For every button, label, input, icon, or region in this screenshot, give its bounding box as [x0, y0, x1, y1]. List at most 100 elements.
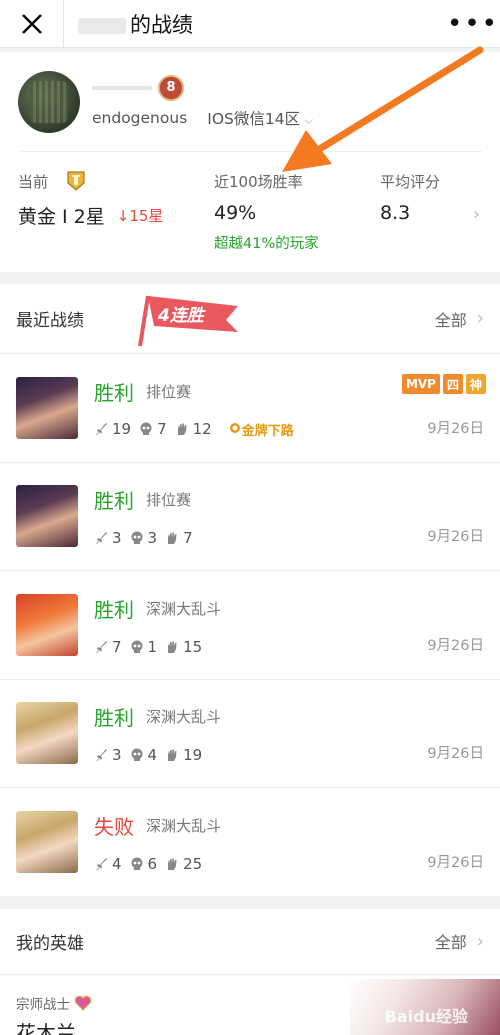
- heroes-all-label: 全部: [434, 933, 467, 952]
- hero-portrait: [16, 810, 78, 873]
- stat-score: 平均评分 8.3: [380, 170, 482, 272]
- match-result: 胜利: [94, 489, 134, 514]
- match-kda: 3 4 19: [94, 746, 484, 764]
- close-button[interactable]: [0, 0, 64, 48]
- assists: 19: [183, 746, 203, 765]
- hand-icon: [177, 423, 187, 436]
- kills: 7: [112, 637, 122, 656]
- sword-icon: [96, 423, 107, 436]
- match-row[interactable]: 胜利 深渊大乱斗 7 1 15 9月26日: [0, 571, 500, 680]
- top-bar: 的战绩 •••: [0, 0, 500, 48]
- hand-icon: [168, 749, 177, 762]
- beat-percent: 超越41%的玩家: [214, 236, 319, 252]
- hero-portrait: [16, 593, 78, 656]
- sword-icon: [96, 532, 107, 545]
- match-kda: 4 6 25: [94, 855, 484, 873]
- gold-rank-icon: [67, 171, 85, 191]
- skull-icon: [140, 422, 152, 436]
- profile-info: 8 endogenous IOS微信14区 ⌵: [92, 74, 482, 129]
- chevron-right-icon[interactable]: ›: [473, 204, 480, 225]
- chevron-down-icon: ⌵: [304, 112, 314, 127]
- match-badges: MVP 四神: [401, 374, 486, 394]
- profile-header: 8 endogenous IOS微信14区 ⌵: [18, 52, 482, 152]
- recent-matches-header: 最近战绩 4连胜 全部 ›: [0, 284, 500, 354]
- stat-winrate: 近100场胜率 49% 超越41%的玩家: [214, 170, 380, 272]
- match-result: 失败: [94, 814, 134, 839]
- deaths: 4: [147, 746, 158, 765]
- sword-icon: [96, 857, 107, 870]
- blurred-nickname: [92, 85, 152, 90]
- match-body: 胜利 排位赛 3 3 7: [94, 485, 484, 547]
- hero-card[interactable]: 宗师战士 花木兰 Baidu经验: [0, 975, 500, 1035]
- blurred-player-name: [78, 17, 126, 34]
- match-row[interactable]: 胜利 排位赛 3 3 7 9月26日: [0, 463, 500, 571]
- match-badge: MVP: [401, 374, 440, 394]
- profile-card: 8 endogenous IOS微信14区⌵ 当前 黄金 I 2星 ↓15星: [0, 52, 500, 272]
- kills: 3: [112, 746, 122, 765]
- my-heroes-section: 我的英雄 全部 › 宗师战士 花木兰 Baidu经验: [0, 908, 500, 1035]
- match-result: 胜利: [94, 706, 134, 731]
- stat-current-rank: 当前 黄金 I 2星 ↓15星: [18, 170, 214, 272]
- close-icon: [21, 13, 42, 34]
- match-badge: 四: [442, 374, 463, 394]
- skull-icon: [131, 857, 143, 870]
- gold-medal: 金牌下路: [228, 420, 294, 439]
- match-row[interactable]: 失败 深渊大乱斗 4 6 25 9月26日: [0, 788, 500, 897]
- sword-icon: [96, 640, 107, 653]
- win-streak-flag-icon: 4连胜: [138, 295, 238, 347]
- recent-all-link[interactable]: 全部 ›: [435, 307, 484, 331]
- match-row[interactable]: 胜利 深渊大乱斗 3 4 19 9月26日: [0, 680, 500, 788]
- match-result: 胜利: [94, 597, 134, 622]
- match-mode: 排位赛: [146, 491, 192, 510]
- profile-nickname: endogenous: [92, 108, 188, 127]
- match-result: 胜利: [94, 380, 134, 405]
- more-button[interactable]: •••: [446, 0, 500, 48]
- rank-value: 黄金 I 2星: [18, 206, 105, 228]
- profile-name-row: 8: [92, 74, 482, 101]
- my-heroes-title: 我的英雄: [16, 933, 84, 954]
- score-value: 8.3: [380, 202, 411, 224]
- match-kda: 7 1 15: [94, 638, 484, 656]
- watermark-text: Baidu经验: [384, 1006, 468, 1026]
- deaths: 3: [147, 529, 158, 548]
- sword-icon: [96, 749, 107, 762]
- avatar[interactable]: [18, 70, 80, 133]
- stats-row[interactable]: 当前 黄金 I 2星 ↓15星 近100场胜率 49% 超越41%的玩家 平均评…: [18, 152, 482, 272]
- assists: 25: [183, 854, 203, 873]
- recent-matches-title: 最近战绩: [16, 311, 84, 331]
- match-mode: 深渊大乱斗: [146, 599, 222, 618]
- page-title-text: 的战绩: [130, 12, 193, 37]
- match-badge: 神: [465, 374, 486, 394]
- match-mode: 深渊大乱斗: [146, 708, 222, 727]
- server-label: IOS微信14区: [207, 109, 301, 128]
- hand-icon: [168, 858, 177, 870]
- win-streak-label: 4连胜: [157, 306, 207, 326]
- skull-icon: [131, 748, 143, 762]
- rank-change: ↓15星: [116, 207, 164, 225]
- hero-role: 宗师战士: [16, 996, 70, 1013]
- score-label: 平均评分: [380, 172, 441, 191]
- recent-all-label: 全部: [434, 310, 467, 330]
- server-select[interactable]: IOS微信14区 ⌵: [207, 107, 313, 129]
- deaths: 1: [147, 637, 158, 656]
- page-title: 的战绩: [64, 9, 446, 39]
- match-row[interactable]: 胜利 排位赛 19 7 12 金牌下路 MVP 四神 9月26日: [0, 354, 500, 463]
- winrate-value: 49%: [214, 202, 257, 224]
- match-date: 9月26日: [427, 420, 484, 437]
- match-body: 胜利 深渊大乱斗 7 1 15: [94, 594, 484, 656]
- match-date: 9月26日: [427, 854, 484, 871]
- skull-icon: [131, 531, 143, 545]
- assists: 15: [183, 637, 203, 656]
- assists: 12: [192, 420, 212, 439]
- hand-icon: [168, 532, 177, 545]
- hero-portrait: [16, 376, 78, 439]
- match-kda: 3 3 7: [94, 529, 484, 547]
- winrate-label: 近100场胜率: [214, 172, 303, 191]
- match-date: 9月26日: [427, 637, 484, 654]
- chevron-right-icon: ›: [476, 308, 484, 329]
- medal-icon: [229, 423, 240, 434]
- heroes-all-link[interactable]: 全部 ›: [435, 929, 484, 953]
- my-heroes-header: 我的英雄 全部 ›: [0, 909, 500, 975]
- gold-medal-label: 金牌下路: [241, 423, 294, 439]
- match-mode: 深渊大乱斗: [146, 816, 222, 835]
